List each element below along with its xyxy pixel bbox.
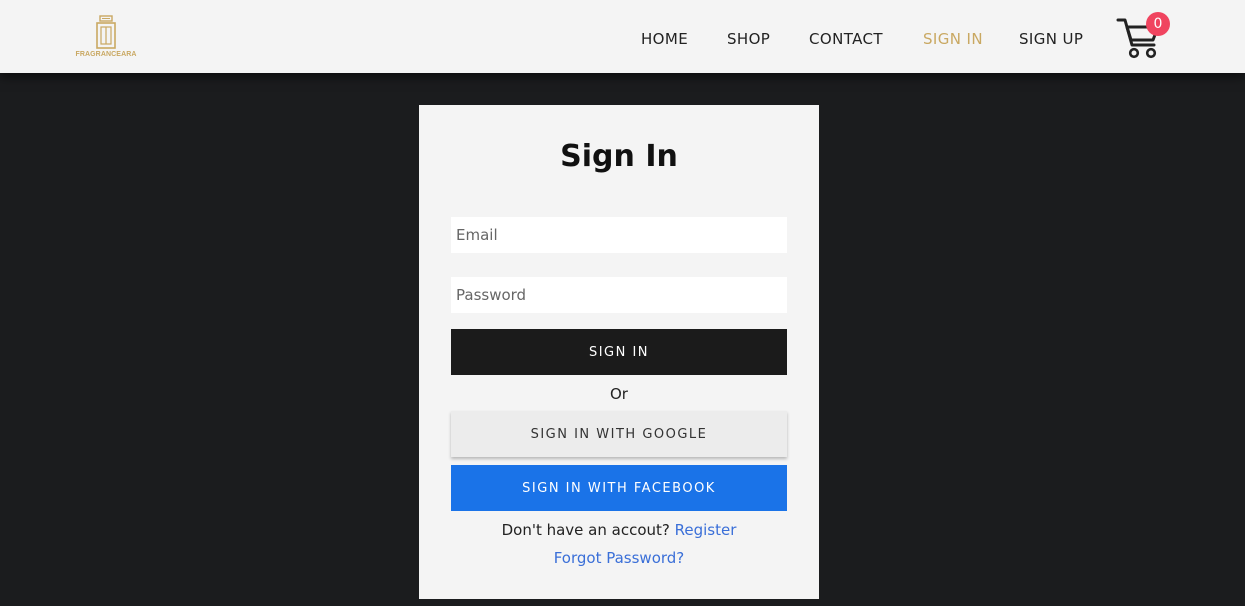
google-sign-in-button[interactable]: SIGN IN WITH GOOGLE (451, 411, 787, 457)
nav-link-contact[interactable]: CONTACT (809, 30, 883, 48)
password-field[interactable] (451, 277, 787, 313)
nav-link-sign-in[interactable]: SIGN IN (923, 30, 983, 48)
or-divider-text: Or (610, 385, 628, 403)
email-field[interactable] (451, 217, 787, 253)
forgot-password-link[interactable]: Forgot Password? (554, 549, 685, 567)
sign-in-button[interactable]: SIGN IN (451, 329, 787, 375)
no-account-text: Don't have an accout? (501, 521, 670, 539)
perfume-bottle-icon (96, 15, 116, 49)
brand-name: FRAGRANCEARA (75, 51, 137, 58)
register-prompt: Don't have an accout? Register (419, 521, 819, 539)
facebook-sign-in-button[interactable]: SIGN IN WITH FACEBOOK (451, 465, 787, 511)
page-title: Sign In (560, 139, 678, 174)
cart-count-badge: 0 (1146, 12, 1170, 36)
top-navbar: FRAGRANCEARA HOME SHOP CONTACT SIGN IN S… (0, 0, 1245, 73)
nav-link-sign-up[interactable]: SIGN UP (1019, 30, 1083, 48)
nav-link-shop[interactable]: SHOP (727, 30, 770, 48)
cart-button[interactable]: 0 (1116, 12, 1172, 62)
nav-link-home[interactable]: HOME (641, 30, 688, 48)
register-link[interactable]: Register (675, 521, 737, 539)
brand-logo[interactable]: FRAGRANCEARA (74, 14, 138, 62)
sign-in-card: Sign In SIGN IN Or SIGN IN WITH GOOGLE S… (419, 105, 819, 599)
forgot-password-row: Forgot Password? (419, 549, 819, 567)
